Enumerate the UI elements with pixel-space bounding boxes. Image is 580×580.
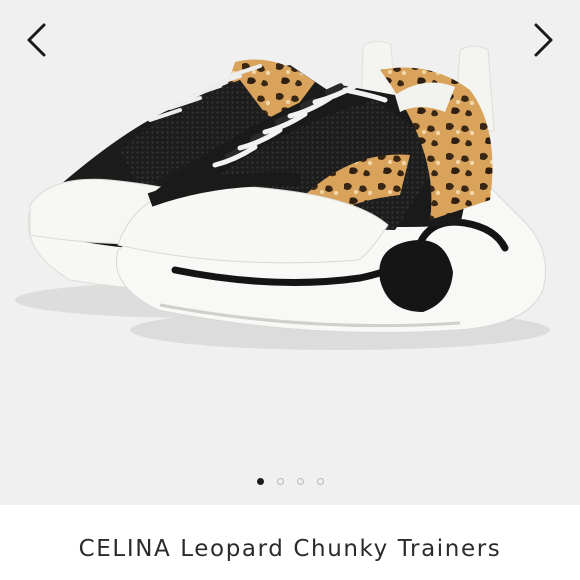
front-shoe	[115, 45, 546, 333]
product-photo	[15, 40, 550, 350]
chevron-left-icon	[27, 23, 46, 57]
carousel-dot-4[interactable]	[316, 478, 324, 485]
chevron-right-icon	[534, 23, 553, 57]
product-image-carousel[interactable]	[0, 0, 580, 505]
carousel-dot-2[interactable]	[276, 478, 284, 485]
product-title: CELINA Leopard Chunky Trainers	[78, 535, 502, 562]
next-image-button[interactable]	[524, 18, 564, 62]
carousel-dot-3[interactable]	[296, 478, 304, 485]
product-title-bar: CELINA Leopard Chunky Trainers	[0, 505, 580, 580]
carousel-dot-1[interactable]	[256, 478, 264, 485]
previous-image-button[interactable]	[16, 18, 56, 62]
carousel-pagination	[0, 478, 580, 485]
